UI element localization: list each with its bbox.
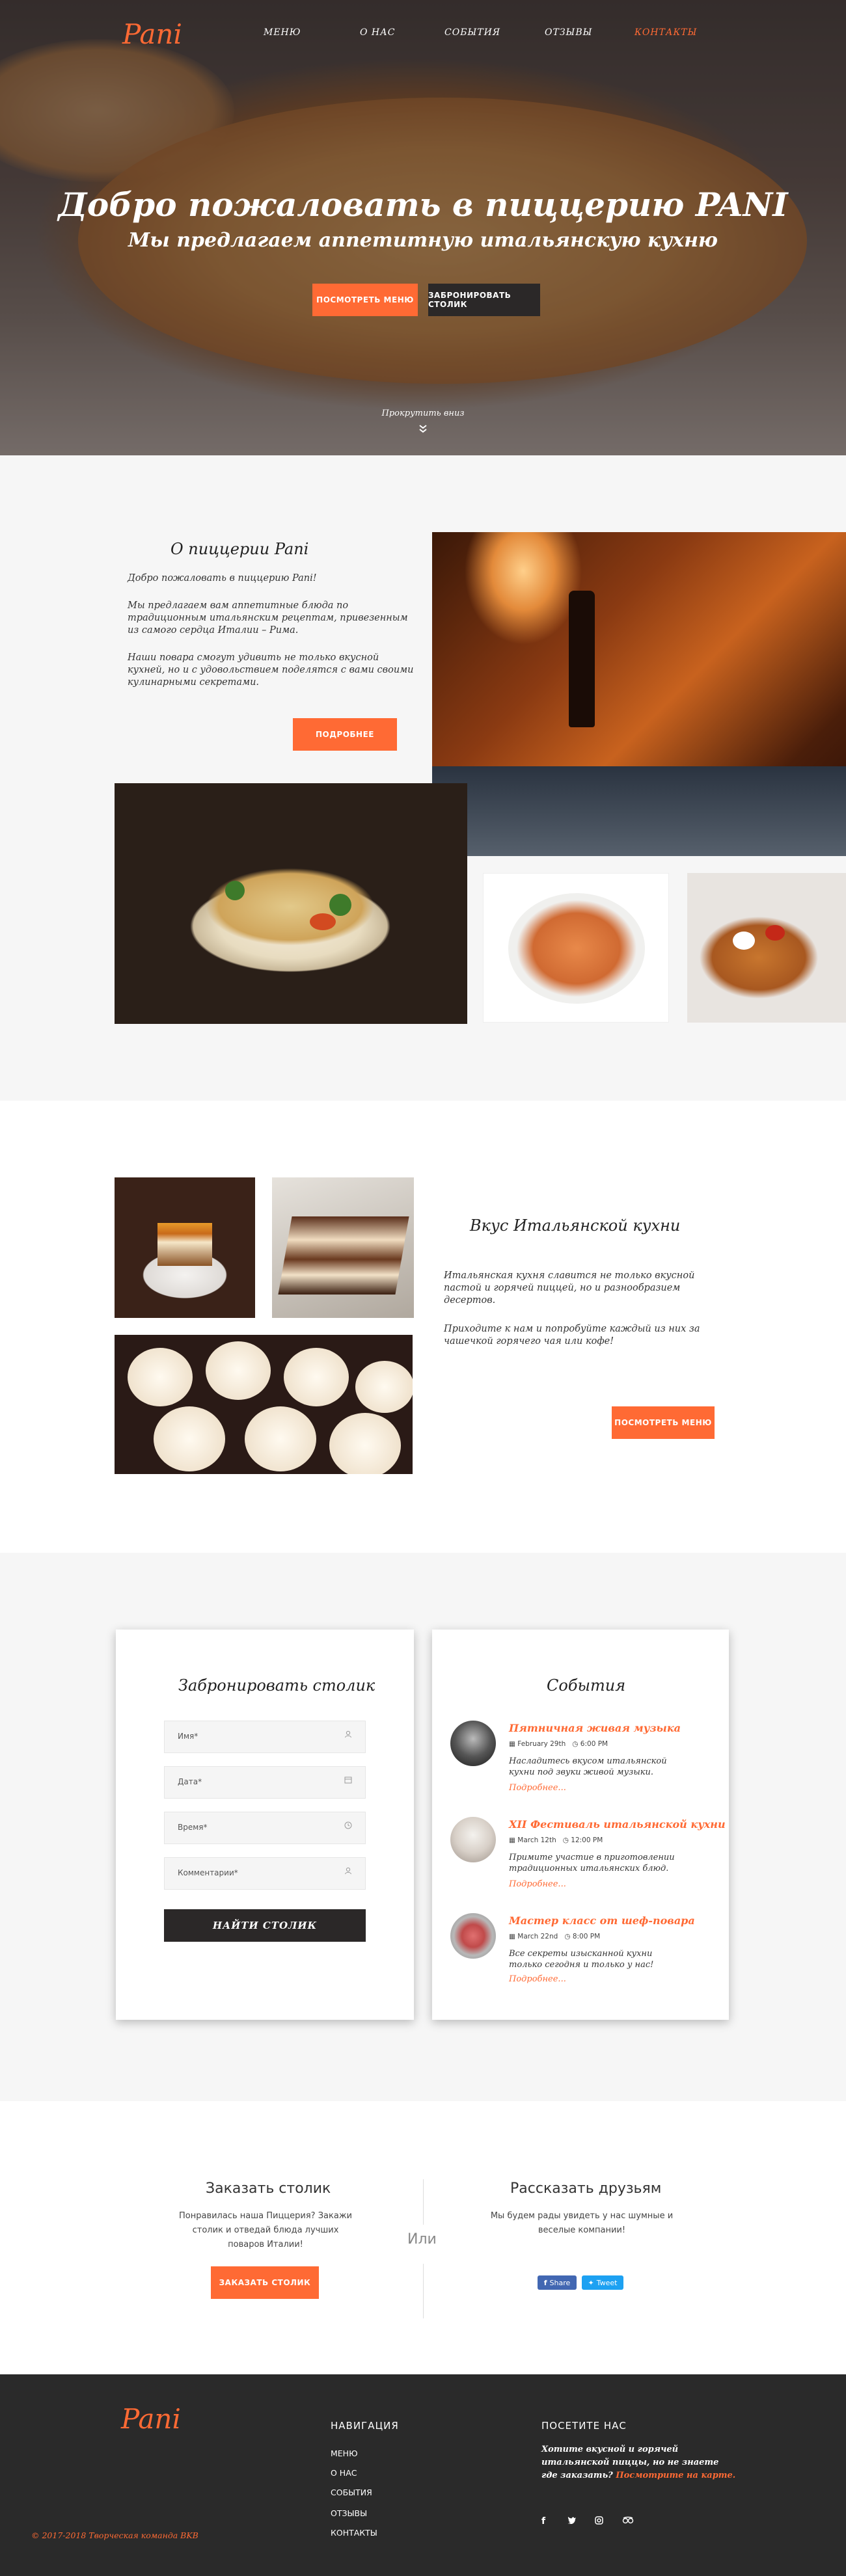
order-table-text: Понравилась наша Пиццерия? Закажи столик… bbox=[179, 2211, 352, 2249]
footer-nav-title: НАВИГАЦИЯ bbox=[331, 2420, 399, 2432]
event-title[interactable]: Пятничная живая музыка bbox=[509, 1722, 681, 1734]
instagram-icon[interactable] bbox=[595, 2516, 603, 2527]
twitter-icon[interactable] bbox=[567, 2516, 577, 2527]
tell-friends-text: Мы будем рады увидеть у нас шумные и вес… bbox=[490, 2211, 674, 2235]
footer-link-menu[interactable]: МЕНЮ bbox=[331, 2449, 358, 2458]
about-title: О пиццерии Pani bbox=[171, 540, 309, 558]
date-field[interactable]: Дата* bbox=[164, 1766, 366, 1799]
logo[interactable]: Pani bbox=[122, 18, 182, 50]
pasta-photo bbox=[115, 783, 467, 1024]
clock-icon: ◷ bbox=[562, 1836, 569, 1844]
footer-link-reviews[interactable]: ОТЗЫВЫ bbox=[331, 2508, 367, 2518]
footer-link-contacts[interactable]: КОНТАКТЫ bbox=[331, 2528, 377, 2538]
view-menu-button[interactable]: ПОСМОТРЕТЬ МЕНЮ bbox=[312, 284, 418, 316]
calendar-icon: ▦ bbox=[509, 1933, 515, 1940]
restaurant-table-photo bbox=[432, 532, 846, 856]
about-paragraph-3: Наши повара смогут удивить не только вку… bbox=[128, 652, 414, 688]
top-nav: Pani МЕНЮ О НАС СОБЫТИЯ ОТЗЫВЫ КОНТАКТЫ bbox=[0, 18, 846, 50]
calendar-icon bbox=[344, 1776, 352, 1786]
event-avatar bbox=[450, 1721, 496, 1766]
event-description: Примите участие в приготовлении традицио… bbox=[509, 1853, 675, 1873]
events-card: События Пятничная живая музыка ▦ Februar… bbox=[432, 1630, 729, 2020]
event-avatar bbox=[450, 1817, 496, 1862]
share-section: Заказать столик Понравилась наша Пиццери… bbox=[0, 2101, 846, 2374]
tell-friends-title: Рассказать друзьям bbox=[510, 2180, 662, 2197]
calendar-icon: ▦ bbox=[509, 1740, 515, 1748]
comments-field[interactable]: Комментарии* bbox=[164, 1857, 366, 1890]
events-title: События bbox=[547, 1676, 626, 1695]
twitter-tweet-button[interactable]: ✦ Tweet bbox=[582, 2275, 623, 2290]
clock-icon: ◷ bbox=[564, 1933, 571, 1940]
about-paragraph-2: Мы предлагаем вам аппетитные блюда по тр… bbox=[128, 600, 408, 636]
nav-item-reviews[interactable]: ОТЗЫВЫ bbox=[545, 27, 592, 38]
event-more-link[interactable]: Подробнее... bbox=[509, 1974, 566, 1984]
event-more-link[interactable]: Подробнее... bbox=[509, 1879, 566, 1889]
about-more-button[interactable]: ПОДРОБНЕЕ bbox=[293, 718, 397, 751]
nav-item-events[interactable]: СОБЫТИЯ bbox=[444, 27, 500, 38]
time-field[interactable]: Время* bbox=[164, 1812, 366, 1844]
dessert-title: Вкус Итальянской кухни bbox=[470, 1216, 681, 1235]
about-section: О пиццерии Pani Добро пожаловать в пицце… bbox=[0, 455, 846, 1101]
order-table-button[interactable]: ЗАКАЗАТЬ СТОЛИК bbox=[211, 2266, 319, 2299]
event-date: ▦ February 29th ◷ 6:00 PM bbox=[509, 1740, 608, 1748]
order-table-title: Заказать столик bbox=[206, 2180, 331, 2197]
visit-title: ПОСЕТИТЕ НАС bbox=[541, 2420, 627, 2432]
event-avatar bbox=[450, 1913, 496, 1959]
hero-section: Pani МЕНЮ О НАС СОБЫТИЯ ОТЗЫВЫ КОНТАКТЫ … bbox=[0, 0, 846, 455]
event-description: Все секреты изысканной кухни только сего… bbox=[509, 1949, 654, 1970]
facebook-share-button[interactable]: f Share bbox=[538, 2275, 577, 2290]
nav-item-about[interactable]: О НАС bbox=[360, 27, 395, 38]
hero-subtitle: Мы предлагаем аппетитную итальянскую кух… bbox=[128, 229, 718, 252]
nav-item-contacts[interactable]: КОНТАКТЫ bbox=[634, 27, 697, 38]
dessert-menu-button[interactable]: ПОСМОТРЕТЬ МЕНЮ bbox=[612, 1406, 715, 1439]
clock-icon bbox=[344, 1821, 352, 1832]
visit-text: Хотите вкусной и горячей итальянской пиц… bbox=[541, 2445, 736, 2480]
shrimp-pasta-photo bbox=[483, 873, 669, 1023]
booking-events-section: Забронировать столик Имя* Дата* Время* К… bbox=[0, 1553, 846, 2101]
user-icon bbox=[344, 1867, 352, 1877]
booking-card: Забронировать столик Имя* Дата* Время* К… bbox=[116, 1630, 414, 2020]
cupcakes-photo bbox=[115, 1335, 413, 1474]
event-title[interactable]: Мастер класс от шеф-повара bbox=[509, 1914, 695, 1927]
chevron-down-icon[interactable] bbox=[416, 424, 430, 435]
footer-link-events[interactable]: СОБЫТИЯ bbox=[331, 2488, 372, 2497]
facebook-icon: f bbox=[543, 2278, 547, 2287]
booking-title: Забронировать столик bbox=[178, 1676, 375, 1695]
facebook-icon[interactable]: f bbox=[541, 2516, 545, 2527]
calendar-icon: ▦ bbox=[509, 1836, 515, 1844]
copyright: © 2017-2018 Творческая команда BKB bbox=[31, 2530, 198, 2540]
dessert-paragraph-1: Итальянская кухня славится не только вку… bbox=[444, 1270, 695, 1306]
about-paragraph-1: Добро пожаловать в пиццерию Pani! bbox=[128, 573, 317, 584]
nav-item-menu[interactable]: МЕНЮ bbox=[264, 27, 301, 38]
clock-icon: ◷ bbox=[572, 1740, 579, 1748]
tiramisu-photo bbox=[115, 1177, 255, 1318]
divider bbox=[423, 2264, 424, 2318]
event-date: ▦ March 12th ◷ 12:00 PM bbox=[509, 1836, 603, 1844]
footer: Pani © 2017-2018 Творческая команда BKB … bbox=[0, 2374, 846, 2576]
tripadvisor-icon[interactable] bbox=[622, 2516, 634, 2527]
name-field[interactable]: Имя* bbox=[164, 1721, 366, 1753]
footer-link-about[interactable]: О НАС bbox=[331, 2468, 357, 2478]
map-link[interactable]: Посмотрите на карте. bbox=[616, 2471, 735, 2480]
footer-logo[interactable]: Pani bbox=[121, 2403, 181, 2435]
event-title[interactable]: XII Фестиваль итальянской кухни bbox=[509, 1818, 726, 1831]
user-icon bbox=[344, 1730, 352, 1741]
scroll-down-label[interactable]: Прокрутить вниз bbox=[0, 409, 846, 418]
bruschetta-photo bbox=[687, 873, 846, 1023]
dessert-section: Вкус Итальянской кухни Итальянская кухня… bbox=[0, 1101, 846, 1553]
event-more-link[interactable]: Подробнее... bbox=[509, 1783, 566, 1793]
twitter-icon: ✦ bbox=[588, 2278, 594, 2287]
dessert-paragraph-2: Приходите к нам и попробуйте каждый из н… bbox=[444, 1324, 700, 1347]
cake-slice-photo bbox=[272, 1177, 414, 1318]
event-date: ▦ March 22nd ◷ 8:00 PM bbox=[509, 1933, 601, 1940]
find-table-button[interactable]: НАЙТИ СТОЛИК bbox=[164, 1909, 366, 1942]
hero-title: Добро пожаловать в пиццерию PANI bbox=[58, 185, 788, 224]
event-description: Насладитесь вкусом итальянской кухни под… bbox=[509, 1756, 667, 1777]
divider bbox=[423, 2179, 424, 2225]
book-table-button[interactable]: ЗАБРОНИРОВАТЬ СТОЛИК bbox=[428, 284, 540, 316]
or-label: Или bbox=[407, 2231, 437, 2247]
